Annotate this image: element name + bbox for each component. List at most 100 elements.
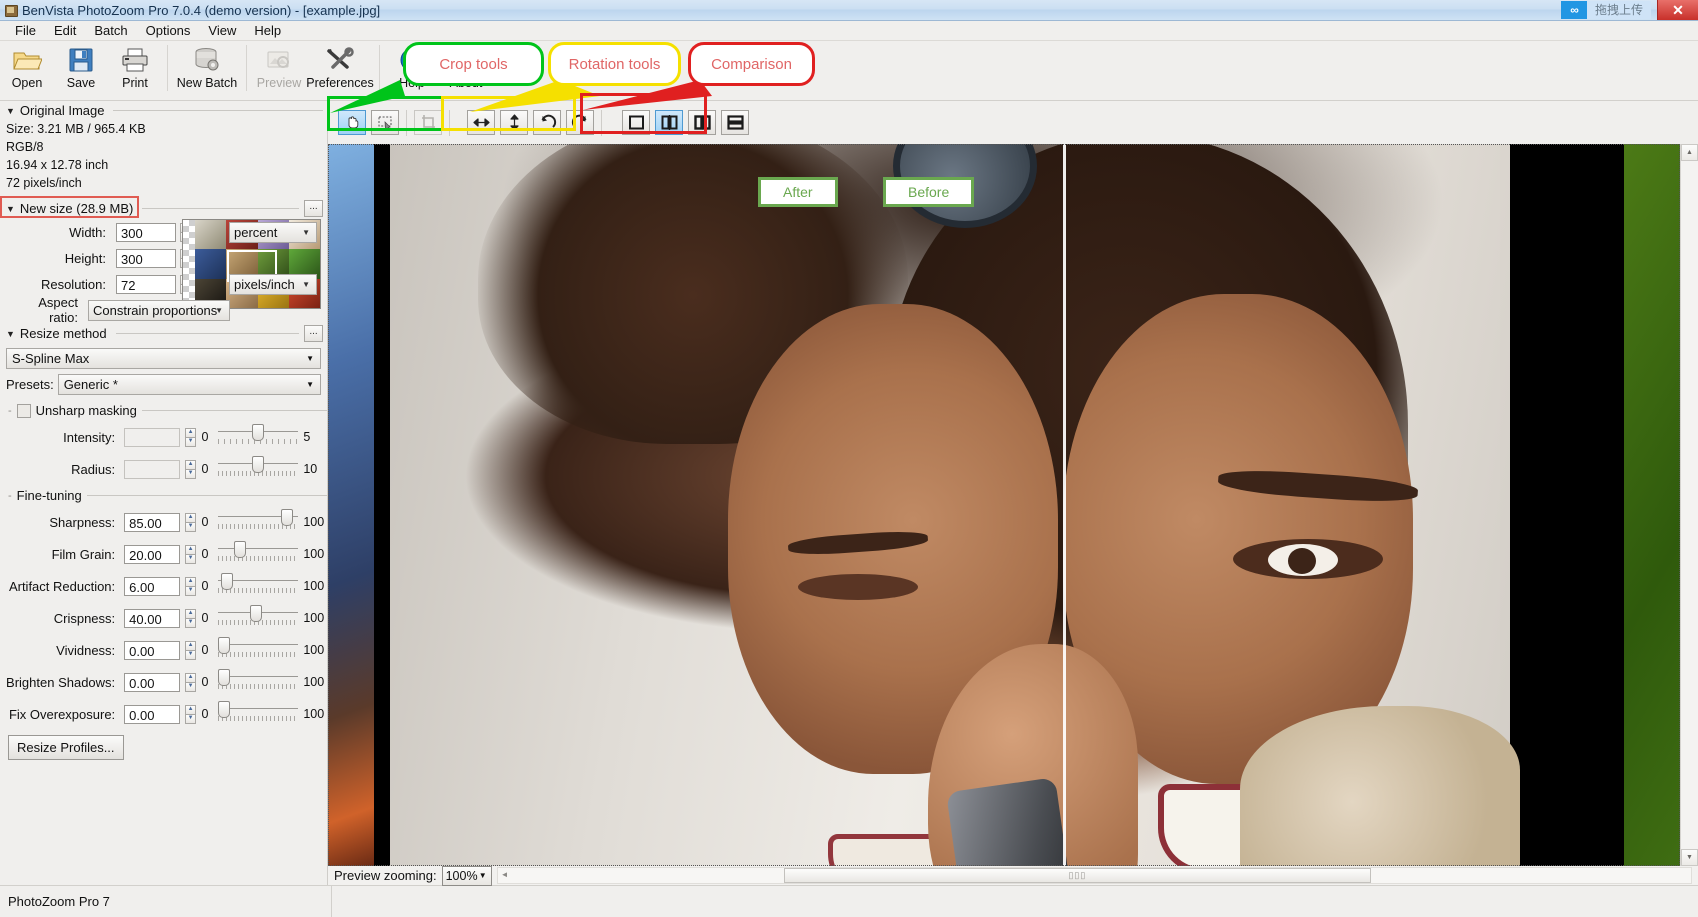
application-window: BenVista PhotoZoom Pro 7.0.4 (demo versi… [0,0,1698,917]
fix-overexposure-input[interactable]: 0.00 [124,705,179,724]
artifact-reduction-row: Artifact Reduction: 6.00 ▲▼ 0 100 [0,570,327,602]
sharpness-slider[interactable] [218,509,298,535]
callout-rotation-tools: Rotation tools [548,42,681,86]
fix-overexposure-max: 100 [303,707,327,721]
slider-knob[interactable] [221,573,233,590]
aspect-ratio-select[interactable]: Constrain proportions ▼ [88,300,230,321]
unsharp-masking-checkbox[interactable] [17,404,31,418]
film-grain-slider[interactable] [218,541,298,567]
slider-knob[interactable] [252,456,264,473]
artifact-reduction-slider[interactable] [218,573,298,599]
artifact-reduction-input[interactable]: 6.00 [124,577,179,596]
vividness-slider[interactable] [218,637,298,663]
slider-knob[interactable] [250,605,262,622]
brighten-shadows-input[interactable]: 0.00 [124,673,179,692]
intensity-input[interactable] [124,428,179,447]
save-button[interactable]: Save [54,41,108,90]
menu-item-view[interactable]: View [199,22,245,39]
slider-knob[interactable] [218,637,230,654]
section-rule [116,333,299,334]
vividness-input[interactable]: 0.00 [124,641,179,660]
sharpness-input[interactable]: 85.00 [124,513,179,532]
menu-item-help[interactable]: Help [245,22,290,39]
crispness-min: 0 [201,611,213,625]
resize-method-options-button[interactable]: ... [304,325,323,342]
stacked-view-icon[interactable] [721,110,749,135]
sharpness-stepper[interactable]: ▲▼ [185,513,197,532]
slider-knob[interactable] [234,541,246,558]
main-body: ▼ Original Image Size: 3.21 MB / 965.4 K… [0,101,1698,885]
slider-knob[interactable] [252,424,264,441]
resize-profiles-button[interactable]: Resize Profiles... [8,735,124,760]
preview-bottom-bar: Preview zooming: 100% ▼ ◄ ▯▯▯ [328,866,1698,885]
slider-knob[interactable] [281,509,293,526]
resize-method-value: S-Spline Max [12,351,89,366]
sharpness-min: 0 [201,515,213,529]
crispness-input[interactable]: 40.00 [124,609,179,628]
radius-min: 0 [201,462,213,476]
crispness-label: Crispness: [6,611,119,626]
section-collapse-dash: - [8,490,12,502]
close-button[interactable]: ✕ [1657,0,1698,20]
brighten-shadows-slider[interactable] [218,669,298,695]
presets-select[interactable]: Generic * ▼ [58,374,321,395]
preview-horizontal-scrollbar[interactable]: ◄ ▯▯▯ [497,867,1692,884]
open-label: Open [12,76,43,90]
crispness-stepper[interactable]: ▲▼ [185,609,197,628]
vividness-stepper[interactable]: ▲▼ [185,641,197,660]
open-button[interactable]: Open [0,41,54,90]
intensity-slider[interactable] [218,424,298,450]
new-size-options-button[interactable]: ... [304,200,323,217]
resolution-input[interactable]: 72 [116,275,176,294]
infinity-icon: ∞ [1561,1,1587,19]
upload-badge[interactable]: ∞ 拖拽上传 [1561,1,1651,19]
unsharp-masking-section-header[interactable]: - Unsharp masking [0,400,327,421]
slider-knob[interactable] [218,669,230,686]
scroll-left-arrow-icon[interactable]: ◄ [501,870,509,879]
chevron-down-icon: ▼ [6,329,15,339]
preview-zoom-select[interactable]: 100% ▼ [442,866,492,886]
new-batch-button[interactable]: New Batch [173,41,241,90]
resize-method-section-header[interactable]: ▼ Resize method ... [0,323,327,344]
menu-item-file[interactable]: File [6,22,45,39]
sharpness-row: Sharpness: 85.00 ▲▼ 0 100 [0,506,327,538]
height-input[interactable]: 300 [116,249,176,268]
preview-vertical-scrollbar[interactable]: ▲ ▼ [1680,144,1698,866]
fix-overexposure-stepper[interactable]: ▲▼ [185,705,197,724]
film-grain-stepper[interactable]: ▲▼ [185,545,197,564]
radius-stepper[interactable]: ▲▼ [185,460,197,479]
fix-overexposure-slider[interactable] [218,701,298,727]
annotation-box-rotation-tools [441,96,576,131]
brighten-shadows-label: Brighten Shadows: [6,675,119,690]
slider-knob[interactable] [218,701,230,718]
scroll-down-arrow-icon[interactable]: ▼ [1681,849,1698,866]
intensity-stepper[interactable]: ▲▼ [185,428,197,447]
radius-input[interactable] [124,460,179,479]
menu-item-edit[interactable]: Edit [45,22,85,39]
width-input[interactable]: 300 [116,223,176,242]
width-row: Width: 300 ▲▼ ⇥ percent ▼ [0,219,327,245]
crispness-slider[interactable] [218,605,298,631]
width-unit-select[interactable]: percent ▼ [229,222,317,243]
radius-slider[interactable] [218,456,298,482]
preview-image[interactable]: After Before [328,144,1680,866]
original-image-section-header[interactable]: ▼ Original Image [0,101,327,120]
presets-value: Generic * [64,377,118,392]
status-bar: PhotoZoom Pro 7 [0,885,1698,917]
fine-tuning-section-header[interactable]: - Fine-tuning [0,485,327,506]
menu-item-options[interactable]: Options [137,22,200,39]
resolution-unit-select[interactable]: pixels/inch ▼ [229,274,317,295]
menu-item-batch[interactable]: Batch [85,22,136,39]
brighten-shadows-stepper[interactable]: ▲▼ [185,673,197,692]
resize-method-select[interactable]: S-Spline Max ▼ [6,348,321,369]
menu-bar: File Edit Batch Options View Help [0,21,1698,41]
film-grain-input[interactable]: 20.00 [124,545,179,564]
preview-zooming-label: Preview zooming: [334,868,437,883]
print-button[interactable]: Print [108,41,162,90]
annotation-box-crop-tools [327,96,444,131]
scroll-up-arrow-icon[interactable]: ▲ [1681,144,1698,161]
preferences-button[interactable]: Preferences [306,41,374,90]
scrollbar-thumb[interactable]: ▯▯▯ [784,868,1371,883]
artifact-reduction-stepper[interactable]: ▲▼ [185,577,197,596]
annotation-box-original-image [0,196,139,218]
